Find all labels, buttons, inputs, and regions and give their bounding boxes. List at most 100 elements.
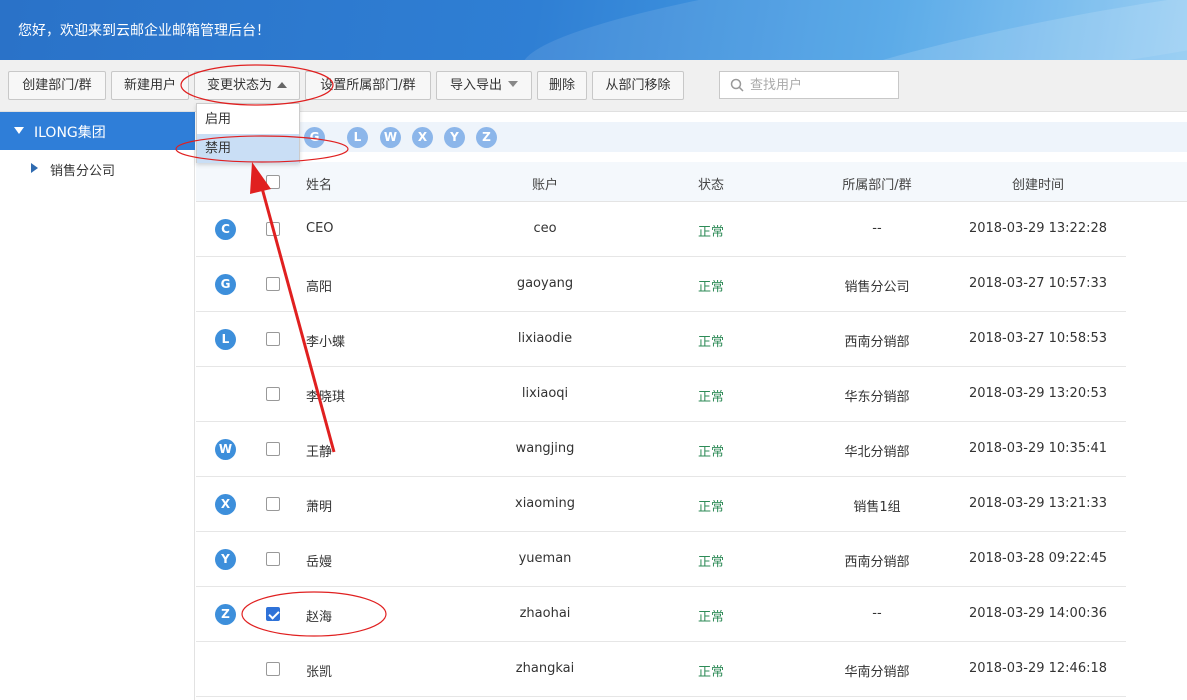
user-dept: 西南分销部	[844, 555, 910, 570]
user-account: zhangkai	[515, 661, 575, 676]
user-status: 正常	[697, 665, 724, 680]
table-row[interactable]: G 高阳 gaoyang 正常 销售分公司 2018-03-27 10:57:33	[196, 257, 1126, 312]
user-dept: --	[872, 606, 882, 621]
letter-filter-w[interactable]: W	[380, 127, 401, 148]
table-row[interactable]: 张凯 zhangkai 正常 华南分销部 2018-03-29 12:46:18	[196, 642, 1126, 697]
column-header-created[interactable]: 创建时间	[948, 174, 1128, 193]
menu-item-enable[interactable]: 启用	[197, 105, 299, 134]
column-header-status[interactable]: 状态	[656, 174, 766, 193]
table-row[interactable]: L 李小蝶 lixiaodie 正常 西南分销部 2018-03-27 10:58:53	[196, 312, 1126, 367]
row-checkbox[interactable]	[266, 497, 280, 511]
user-created-time: 2018-03-29 14:00:36	[968, 606, 1108, 621]
top-banner: 您好，欢迎来到云邮企业邮箱管理后台！	[0, 0, 1187, 60]
user-name: 张凯	[306, 665, 333, 680]
row-checkbox[interactable]	[266, 277, 280, 291]
search-icon	[730, 78, 744, 92]
letter-badge: Z	[215, 604, 236, 625]
user-account: yueman	[518, 551, 572, 566]
user-name: 高阳	[306, 280, 333, 295]
tree-item-sales[interactable]: 销售分公司	[0, 150, 195, 186]
user-status: 正常	[697, 500, 724, 515]
set-dept-button[interactable]: 设置所属部门/群	[305, 71, 431, 100]
user-created-time: 2018-03-27 10:58:53	[968, 331, 1108, 346]
change-status-label: 变更状态为	[206, 78, 272, 93]
import-export-button[interactable]: 导入导出	[436, 71, 532, 100]
expand-down-icon	[14, 127, 24, 134]
letter-filter-y[interactable]: Y	[444, 127, 465, 148]
user-name: 萧明	[306, 500, 333, 515]
create-dept-button[interactable]: 创建部门/群	[8, 71, 106, 100]
row-checkbox[interactable]	[266, 387, 280, 401]
welcome-title: 您好，欢迎来到云邮企业邮箱管理后台！	[18, 23, 270, 39]
user-status: 正常	[697, 225, 724, 240]
user-name: 李小蝶	[306, 335, 346, 350]
remove-from-dept-button[interactable]: 从部门移除	[592, 71, 684, 100]
letter-filter-x[interactable]: X	[412, 127, 433, 148]
user-created-time: 2018-03-28 09:22:45	[968, 551, 1108, 566]
user-dept: --	[872, 221, 882, 236]
user-status: 正常	[697, 445, 724, 460]
user-account: xiaoming	[515, 496, 575, 511]
import-export-label: 导入导出	[449, 78, 502, 93]
user-dept: 华东分销部	[844, 390, 910, 405]
user-name: CEO	[306, 221, 334, 236]
user-account: lixiaodie	[517, 331, 573, 346]
column-header-account[interactable]: 账户	[445, 174, 645, 193]
user-account: lixiaoqi	[521, 386, 569, 401]
user-dept: 华北分销部	[844, 445, 910, 460]
search-box[interactable]	[719, 71, 899, 99]
table-row[interactable]: C CEO ceo 正常 -- 2018-03-29 13:22:28	[196, 202, 1126, 257]
user-name: 岳嫚	[306, 555, 333, 570]
letter-badge: X	[215, 494, 236, 515]
user-account: wangjing	[515, 441, 575, 456]
user-created-time: 2018-03-27 10:57:33	[968, 276, 1108, 291]
letter-badge: C	[215, 219, 236, 240]
column-header-name[interactable]: 姓名	[306, 174, 332, 193]
user-account: gaoyang	[516, 276, 574, 291]
toolbar: 创建部门/群 新建用户 变更状态为 设置所属部门/群 导入导出 删除 从部门移除	[0, 60, 1187, 112]
letter-badge: W	[215, 439, 236, 460]
dept-tree: ILONG集团 销售分公司	[0, 112, 195, 700]
table-header: 姓名 账户 状态 所属部门/群 创建时间	[196, 162, 1187, 202]
table-row[interactable]: Z 赵海 zhaohai 正常 -- 2018-03-29 14:00:36	[196, 587, 1126, 642]
tree-item-label: ILONG集团	[34, 125, 106, 141]
user-account: ceo	[533, 221, 557, 236]
table-row[interactable]: X 萧明 xiaoming 正常 销售1组 2018-03-29 13:21:33	[196, 477, 1126, 532]
letter-badge: L	[215, 329, 236, 350]
delete-button[interactable]: 删除	[537, 71, 587, 100]
letter-badge: Y	[215, 549, 236, 570]
user-status: 正常	[697, 335, 724, 350]
letter-badge: G	[215, 274, 236, 295]
letter-filter-bar: G L W X Y Z	[196, 122, 1187, 152]
user-account: zhaohai	[519, 606, 571, 621]
tree-item-root[interactable]: ILONG集团	[0, 112, 195, 150]
change-status-button[interactable]: 变更状态为	[194, 71, 300, 100]
search-input[interactable]	[750, 76, 890, 94]
user-dept: 销售分公司	[844, 280, 910, 295]
user-created-time: 2018-03-29 10:35:41	[968, 441, 1108, 456]
row-checkbox[interactable]	[266, 607, 280, 621]
user-dept: 销售1组	[853, 500, 901, 515]
new-user-button[interactable]: 新建用户	[111, 71, 189, 100]
letter-filter-g[interactable]: G	[304, 127, 325, 148]
row-checkbox[interactable]	[266, 552, 280, 566]
row-checkbox[interactable]	[266, 222, 280, 236]
select-all-checkbox[interactable]	[266, 175, 280, 189]
status-dropdown-menu: 启用 禁用	[196, 103, 300, 163]
user-status: 正常	[697, 610, 724, 625]
letter-filter-z[interactable]: Z	[476, 127, 497, 148]
letter-filter-l[interactable]: L	[347, 127, 368, 148]
row-checkbox[interactable]	[266, 442, 280, 456]
user-name: 赵海	[306, 610, 333, 625]
caret-up-icon	[277, 82, 287, 88]
column-header-dept[interactable]: 所属部门/群	[816, 174, 938, 193]
table-row[interactable]: W 王静 wangjing 正常 华北分销部 2018-03-29 10:35:41	[196, 422, 1126, 477]
user-created-time: 2018-03-29 13:20:53	[968, 386, 1108, 401]
user-dept: 西南分销部	[844, 335, 910, 350]
user-status: 正常	[697, 555, 724, 570]
menu-item-disable[interactable]: 禁用	[197, 134, 299, 163]
table-row[interactable]: 李晓琪 lixiaoqi 正常 华东分销部 2018-03-29 13:20:53	[196, 367, 1126, 422]
table-row[interactable]: Y 岳嫚 yueman 正常 西南分销部 2018-03-28 09:22:45	[196, 532, 1126, 587]
row-checkbox[interactable]	[266, 332, 280, 346]
row-checkbox[interactable]	[266, 662, 280, 676]
